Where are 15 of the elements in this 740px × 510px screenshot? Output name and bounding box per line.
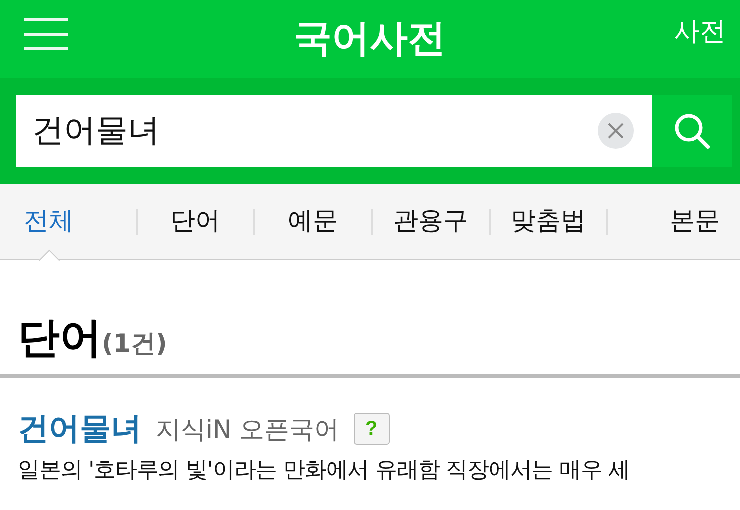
search-field[interactable]: 건어물녀 <box>16 95 652 167</box>
section-title: 단어 <box>18 312 102 364</box>
tab[interactable]: 본문 <box>666 206 724 236</box>
result-count: (1건) <box>102 328 168 360</box>
app-title: 국어사전 <box>294 16 446 62</box>
tab[interactable]: 예문 <box>284 206 342 236</box>
tab[interactable]: 단어 <box>166 206 224 236</box>
entry-definition: 일본의 '호타루의 빛'이라는 만화에서 유래함 직장에서는 매우 세 <box>18 457 630 485</box>
tab[interactable]: 맞춤법 <box>507 206 590 236</box>
tab[interactable]: 관용구 <box>389 206 472 236</box>
entry-source: 지식iN 오픈국어 <box>156 414 340 446</box>
tab[interactable]: 전체 <box>20 206 78 236</box>
menu-icon[interactable] <box>24 18 68 50</box>
search-button[interactable] <box>652 95 732 167</box>
entry-word[interactable]: 건어물녀 <box>18 408 142 450</box>
